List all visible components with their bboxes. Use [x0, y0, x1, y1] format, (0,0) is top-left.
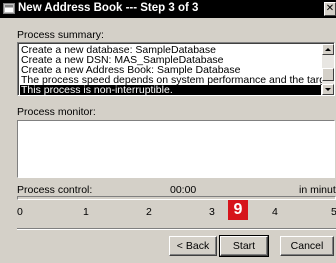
- scroll-up-button[interactable]: [322, 44, 334, 55]
- scroll-thumb[interactable]: [322, 68, 334, 81]
- arrow-down-icon: [325, 88, 331, 91]
- tick-label: 4: [272, 206, 278, 218]
- step-number-badge: 9: [228, 200, 248, 220]
- list-item-selected[interactable]: This process is non-interruptible.: [20, 85, 321, 95]
- process-control-label: Process control:: [17, 184, 93, 196]
- time-unit-label: in minutes: [299, 184, 336, 196]
- cancel-button[interactable]: Cancel: [280, 236, 334, 256]
- close-button[interactable]: ✕: [324, 2, 336, 16]
- close-icon: ✕: [325, 3, 335, 14]
- process-monitor-box: [17, 120, 335, 178]
- elapsed-time: 00:00: [170, 184, 197, 196]
- process-monitor-label: Process monitor:: [17, 106, 96, 118]
- back-button[interactable]: < Back: [169, 236, 217, 256]
- scroll-down-button[interactable]: [322, 84, 334, 95]
- window-title: New Address Book --- Step 3 of 3: [18, 2, 199, 14]
- tick-label: 5: [331, 206, 336, 218]
- title-bar[interactable]: New Address Book --- Step 3 of 3 ✕: [0, 0, 336, 18]
- arrow-up-icon: [325, 48, 331, 51]
- tick-label: 1: [83, 206, 89, 218]
- tick-label: 2: [146, 206, 152, 218]
- divider: [17, 228, 336, 230]
- process-summary-list[interactable]: Create a new database: SampleDatabase Cr…: [17, 42, 335, 96]
- tick-label: 0: [17, 206, 23, 218]
- progress-track: [17, 196, 336, 200]
- wizard-window: New Address Book --- Step 3 of 3 ✕ Proce…: [0, 0, 336, 263]
- process-summary-label: Process summary:: [17, 29, 104, 41]
- app-icon: [3, 3, 15, 14]
- start-button[interactable]: Start: [219, 235, 269, 257]
- vertical-scrollbar[interactable]: [322, 44, 334, 95]
- tick-label: 3: [209, 206, 215, 218]
